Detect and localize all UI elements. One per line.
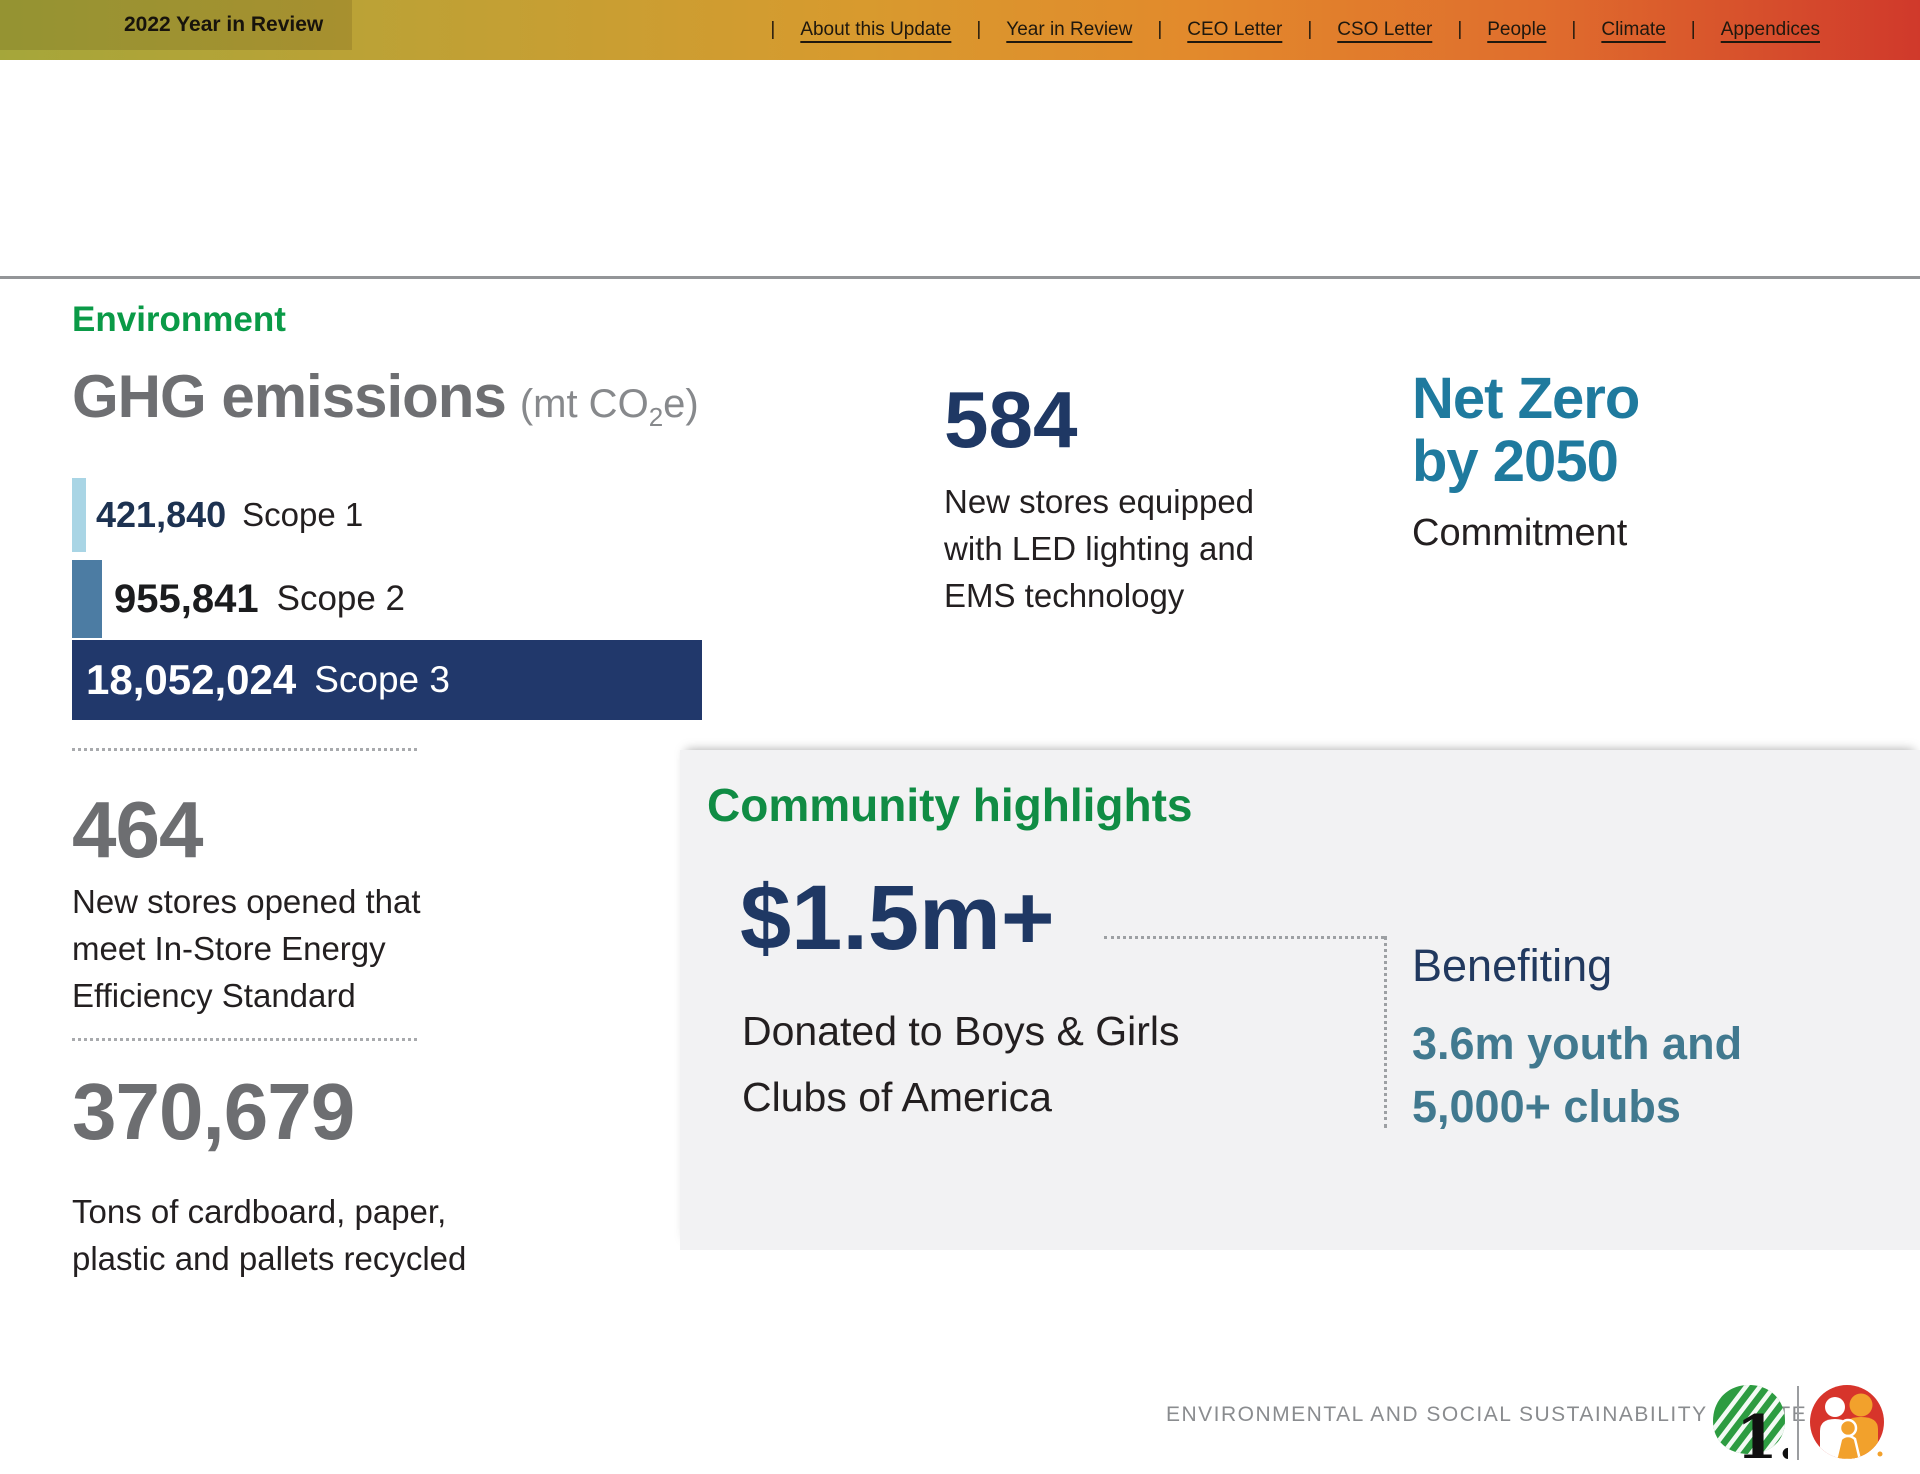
section-label-environment: Environment	[72, 300, 286, 340]
benefiting-label: Benefiting	[1412, 940, 1612, 992]
nav-link-people[interactable]: People	[1487, 19, 1546, 41]
ghg-bar-row-scope2: 955,841 Scope 2	[72, 560, 405, 638]
nav-link-appendices[interactable]: Appendices	[1721, 19, 1820, 41]
report-page: 2022 Year in Review | About this Update …	[0, 0, 1920, 1474]
brand-logos: 1.	[1710, 1384, 1886, 1462]
nav-separator: |	[1157, 19, 1162, 41]
nav-link-year-in-review[interactable]: Year in Review	[1006, 19, 1132, 41]
donation-caption: Donated to Boys & Girls Clubs of America	[742, 998, 1180, 1131]
scope2-label: Scope 2	[277, 579, 405, 619]
scope2-bar	[72, 560, 102, 638]
stat-led-stores-caption: New stores equipped with LED lighting an…	[944, 478, 1254, 620]
top-nav-bar: 2022 Year in Review | About this Update …	[0, 0, 1920, 60]
nav-separator: |	[1307, 19, 1312, 41]
dollar-tree-one-mark: 1.	[1736, 1403, 1788, 1462]
stat-led-stores-value: 584	[944, 380, 1077, 460]
dotted-divider	[72, 1038, 417, 1041]
benefiting-value: 3.6m youth and 5,000+ clubs	[1412, 1012, 1742, 1138]
dotted-connector-horizontal	[1104, 936, 1384, 939]
header-divider-rule	[0, 276, 1920, 279]
nav-separator: |	[770, 19, 775, 41]
scope3-value: 18,052,024	[86, 656, 296, 704]
report-title: 2022 Year in Review	[0, 13, 323, 37]
nav-separator: |	[1571, 19, 1576, 41]
scope1-value: 421,840	[96, 494, 226, 536]
nav-link-cso-letter[interactable]: CSO Letter	[1337, 19, 1432, 41]
family-dollar-logo	[1808, 1384, 1886, 1462]
ghg-unit: (mt CO2e)	[520, 382, 699, 426]
ghg-bar-row-scope3: 18,052,024 Scope 3	[72, 640, 702, 720]
nav-separator: |	[1457, 19, 1462, 41]
net-zero-commitment-caption: Commitment	[1412, 512, 1627, 555]
donation-amount: $1.5m+	[740, 872, 1055, 964]
ghg-bar-row-scope1: 421,840 Scope 1	[72, 478, 363, 552]
top-nav: | About this Update | Year in Review | C…	[745, 0, 1820, 60]
nav-separator: |	[1691, 19, 1696, 41]
dollar-tree-logo: 1.	[1710, 1384, 1788, 1462]
ghg-emissions-title: GHG emissions (mt CO2e)	[72, 362, 699, 433]
ghg-title-text: GHG emissions	[72, 363, 506, 430]
dotted-divider	[72, 748, 417, 751]
nav-link-climate[interactable]: Climate	[1601, 19, 1665, 41]
year-in-review-tab[interactable]: 2022 Year in Review	[0, 0, 352, 50]
nav-separator: |	[976, 19, 981, 41]
stat-recycled-caption: Tons of cardboard, paper, plastic and pa…	[72, 1188, 466, 1282]
nav-link-ceo-letter[interactable]: CEO Letter	[1187, 19, 1282, 41]
scope1-label: Scope 1	[242, 496, 363, 534]
nav-link-about-this-update[interactable]: About this Update	[800, 19, 951, 41]
stat-new-stores-value: 464	[72, 790, 202, 870]
scope1-bar	[72, 478, 86, 552]
dotted-connector-vertical	[1384, 936, 1387, 1128]
scope2-value: 955,841	[114, 577, 259, 622]
net-zero-commitment-title: Net Zero by 2050	[1412, 368, 1639, 493]
scope3-label: Scope 3	[314, 659, 450, 701]
stat-recycled-value: 370,679	[72, 1072, 354, 1152]
stat-new-stores-caption: New stores opened that meet In-Store Ene…	[72, 878, 421, 1020]
community-highlights-title: Community highlights	[707, 778, 1193, 832]
logo-divider	[1797, 1386, 1799, 1460]
ghg-unit-subscript: 2	[649, 402, 663, 432]
